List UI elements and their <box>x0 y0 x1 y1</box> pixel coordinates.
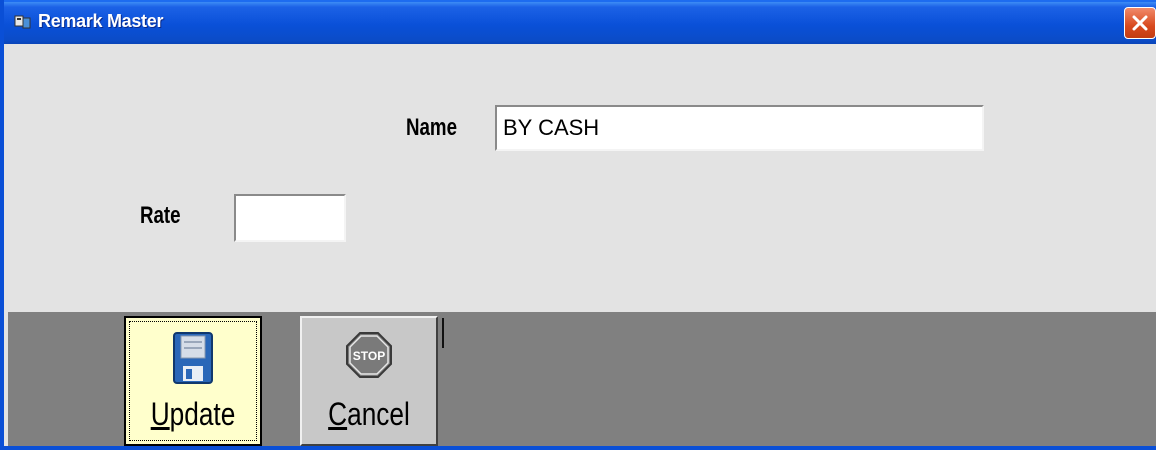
update-label: Update <box>150 396 236 432</box>
stop-sign-icon: STOP <box>346 332 392 378</box>
window-title: Remark Master <box>38 11 164 31</box>
svg-text:STOP: STOP <box>353 349 385 363</box>
cancel-label: Cancel <box>328 396 410 432</box>
app-icon <box>14 15 31 29</box>
toolbar-separator <box>442 318 444 348</box>
remark-master-window: Remark Master Name Rate Update <box>0 0 1156 450</box>
title-bar[interactable]: Remark Master <box>4 0 1156 44</box>
rate-label: Rate <box>140 202 181 229</box>
rate-field[interactable] <box>234 194 346 242</box>
update-button[interactable]: Update <box>124 316 262 446</box>
floppy-disk-icon <box>173 332 213 384</box>
name-field[interactable] <box>495 105 984 151</box>
cancel-button[interactable]: STOP Cancel <box>300 316 438 446</box>
button-toolbar: Update STOP Cancel <box>8 312 1156 446</box>
name-label: Name <box>406 114 457 141</box>
close-button[interactable] <box>1124 7 1156 39</box>
form-area: Name Rate <box>8 44 1156 312</box>
close-icon <box>1132 15 1148 31</box>
